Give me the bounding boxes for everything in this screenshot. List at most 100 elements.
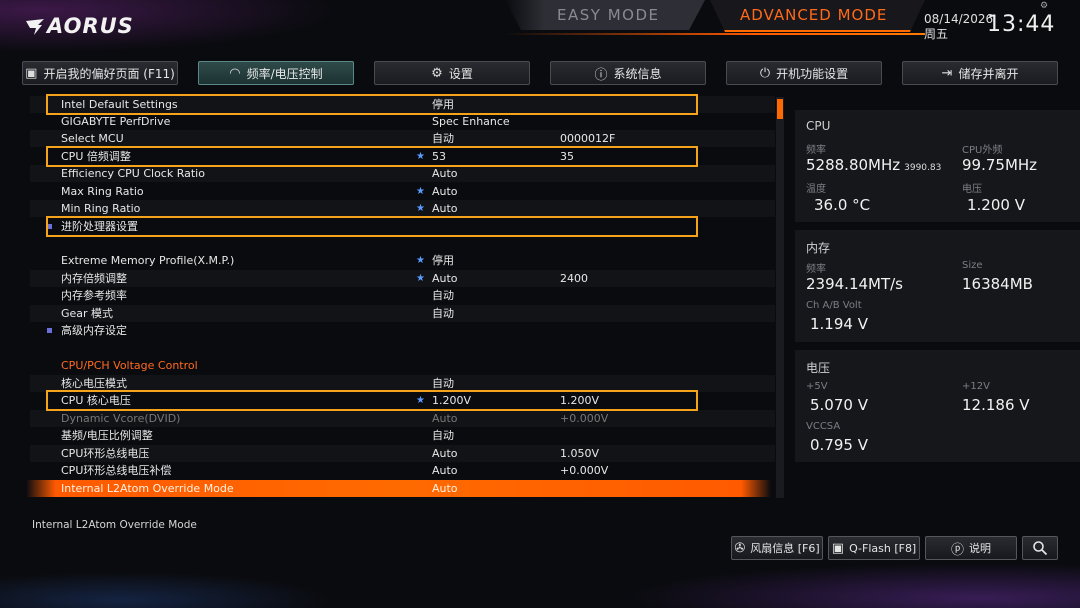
- voltage-info: 电压 +5V 5.070 V +12V 12.186 V VCCSA 0.795…: [795, 350, 1080, 462]
- tab-save-exit[interactable]: ⇥ 储存并离开: [902, 61, 1058, 85]
- star-icon: ★: [416, 273, 425, 284]
- memory-freq-label: 频率: [806, 264, 826, 275]
- setting-value[interactable]: 53: [432, 148, 446, 165]
- memory-title: 内存: [806, 241, 831, 255]
- star-icon: ★: [416, 186, 425, 197]
- memory-info: 内存 频率 2394.14MT/s Size 16384MB Ch A/B Vo…: [795, 230, 1080, 342]
- setting-label: 高级内存设定: [61, 324, 127, 337]
- fan-info-button[interactable]: ✇ 风扇信息 [F6]: [731, 536, 823, 560]
- setting-row-gear-mode[interactable]: Gear 模式 自动: [30, 305, 775, 322]
- submenu-icon: [47, 224, 52, 229]
- tab-label: 设置: [448, 66, 473, 81]
- setting-value[interactable]: Auto: [432, 183, 458, 200]
- setting-row-intel-default[interactable]: Intel Default Settings 停用: [30, 96, 775, 113]
- setting-row-memory-ref[interactable]: 内存参考频率 自动: [30, 287, 775, 304]
- setting-row-ecore-ratio[interactable]: Efficiency CPU Clock Ratio Auto: [30, 165, 775, 182]
- setting-label: CPU 核心电压: [61, 394, 131, 407]
- setting-current-value: 1.050V: [560, 447, 600, 460]
- setting-label: GIGABYTE PerfDrive: [61, 115, 171, 128]
- scrollbar[interactable]: [776, 97, 784, 498]
- setting-row-max-ring[interactable]: Max Ring Ratio ★ Auto: [30, 183, 775, 200]
- setting-value[interactable]: 停用: [432, 252, 454, 269]
- setting-row-ring-offset[interactable]: CPU环形总线电压补偿 Auto +0.000V: [30, 462, 775, 479]
- easy-mode-button[interactable]: EASY MODE: [505, 0, 705, 30]
- advanced-mode-button[interactable]: ADVANCED MODE: [710, 0, 925, 32]
- star-icon: ★: [416, 203, 425, 214]
- setting-value[interactable]: 自动: [432, 130, 454, 147]
- weekday-value: 周五: [924, 27, 949, 41]
- setting-value[interactable]: 停用: [432, 96, 454, 113]
- tab-settings[interactable]: ⚙ 设置: [374, 61, 530, 85]
- setting-row-ring-voltage[interactable]: CPU环形总线电压 Auto 1.050V: [30, 445, 775, 462]
- setting-row-perfdrive[interactable]: GIGABYTE PerfDrive Spec Enhance: [30, 113, 775, 130]
- setting-label: Dynamic Vcore(DVID): [61, 412, 181, 425]
- setting-value[interactable]: Spec Enhance: [432, 113, 510, 130]
- setting-value[interactable]: Auto: [432, 462, 458, 479]
- setting-current-value: 2400: [560, 272, 588, 285]
- scroll-thumb[interactable]: [777, 99, 783, 119]
- setting-label: CPU环形总线电压: [61, 447, 150, 460]
- qflash-button[interactable]: ▣ Q-Flash [F8]: [828, 536, 920, 560]
- easy-mode-label: EASY MODE: [557, 6, 660, 24]
- setting-value[interactable]: 自动: [432, 375, 454, 392]
- setting-row-cpu-ratio[interactable]: CPU 倍频调整 ★ 53 35: [30, 148, 775, 165]
- setting-current-value: 0000012F: [560, 132, 616, 145]
- setting-row-advanced-cpu[interactable]: 进阶处理器设置: [30, 218, 775, 235]
- setting-label: 内存参考频率: [61, 289, 127, 302]
- setting-label: Select MCU: [61, 132, 124, 145]
- top-bar: AORUS EASY MODE ADVANCED MODE 08/14/2026…: [0, 0, 1080, 56]
- setting-row-l2atom-selected[interactable]: Internal L2Atom Override Mode Auto: [26, 480, 771, 497]
- setting-row-vcore[interactable]: CPU 核心电压 ★ 1.200V 1.200V: [30, 392, 775, 409]
- setting-value[interactable]: 自动: [432, 427, 454, 444]
- v5-label: +5V: [806, 381, 828, 392]
- search-button[interactable]: [1022, 536, 1058, 560]
- tab-system-info[interactable]: ⓘ 系统信息: [550, 61, 706, 85]
- setting-label: Min Ring Ratio: [61, 202, 141, 215]
- memory-freq-value: 2394.14MT/s: [806, 275, 904, 293]
- setting-label: 进阶处理器设置: [61, 220, 138, 233]
- fan-button-label: 风扇信息 [F6]: [750, 542, 820, 555]
- aorus-logo: AORUS: [26, 14, 134, 38]
- gauge-icon: ◠: [229, 65, 241, 81]
- brand-name: AORUS: [47, 14, 134, 38]
- setting-value[interactable]: Auto: [432, 200, 458, 217]
- section-label: CPU/PCH Voltage Control: [61, 359, 198, 372]
- advanced-mode-label: ADVANCED MODE: [740, 6, 888, 24]
- setting-row-advanced-memory[interactable]: 高级内存设定: [30, 322, 775, 339]
- date-display: 08/14/2026 周五: [924, 12, 993, 42]
- setting-label: Extreme Memory Profile(X.M.P.): [61, 254, 235, 267]
- favorites-icon: ▣: [25, 65, 38, 81]
- settings-icon[interactable]: ⚙: [1040, 1, 1048, 11]
- setting-value[interactable]: Auto: [432, 480, 458, 497]
- memory-size-label: Size: [962, 260, 983, 271]
- setting-current-value: +0.000V: [560, 464, 609, 477]
- tab-boot[interactable]: ⏻ 开机功能设置: [726, 61, 882, 85]
- setting-label: Gear 模式: [61, 307, 114, 320]
- setting-value[interactable]: 1.200V: [432, 392, 471, 409]
- cpu-title: CPU: [806, 119, 831, 133]
- setting-value[interactable]: Auto: [432, 270, 458, 287]
- date-value: 08/14/2026: [924, 12, 994, 26]
- tab-frequency-voltage[interactable]: ◠ 频率/电压控制: [198, 61, 354, 85]
- clock: 13:44: [987, 12, 1056, 37]
- setting-row-min-ring[interactable]: Min Ring Ratio ★ Auto: [30, 200, 775, 217]
- tab-favorites[interactable]: ▣ 开启我的偏好页面 (F11): [22, 61, 178, 85]
- help-button[interactable]: ⓟ 说明: [925, 536, 1017, 560]
- setting-value[interactable]: 自动: [432, 305, 454, 322]
- setting-row-select-mcu[interactable]: Select MCU 自动 0000012F: [30, 130, 775, 147]
- qflash-icon: ▣: [831, 540, 845, 556]
- setting-row-memory-ratio[interactable]: 内存倍频调整 ★ Auto 2400: [30, 270, 775, 287]
- setting-row-vcore-mode[interactable]: 核心电压模式 自动: [30, 375, 775, 392]
- setting-row-bclk-ratio[interactable]: 基频/电压比例调整 自动: [30, 427, 775, 444]
- setting-value[interactable]: 自动: [432, 287, 454, 304]
- cpu-volt-label: 电压: [962, 184, 982, 195]
- setting-value[interactable]: Auto: [432, 445, 458, 462]
- vccsa-label: VCCSA: [806, 421, 841, 432]
- qflash-button-label: Q-Flash [F8]: [849, 541, 917, 555]
- help-button-label: 说明: [969, 542, 991, 555]
- setting-value[interactable]: Auto: [432, 165, 458, 182]
- setting-row-xmp[interactable]: Extreme Memory Profile(X.M.P.) ★ 停用: [30, 252, 775, 269]
- power-icon: ⏻: [759, 65, 771, 81]
- settings-list: Intel Default Settings 停用 GIGABYTE PerfD…: [26, 94, 786, 498]
- star-icon: ★: [416, 395, 425, 406]
